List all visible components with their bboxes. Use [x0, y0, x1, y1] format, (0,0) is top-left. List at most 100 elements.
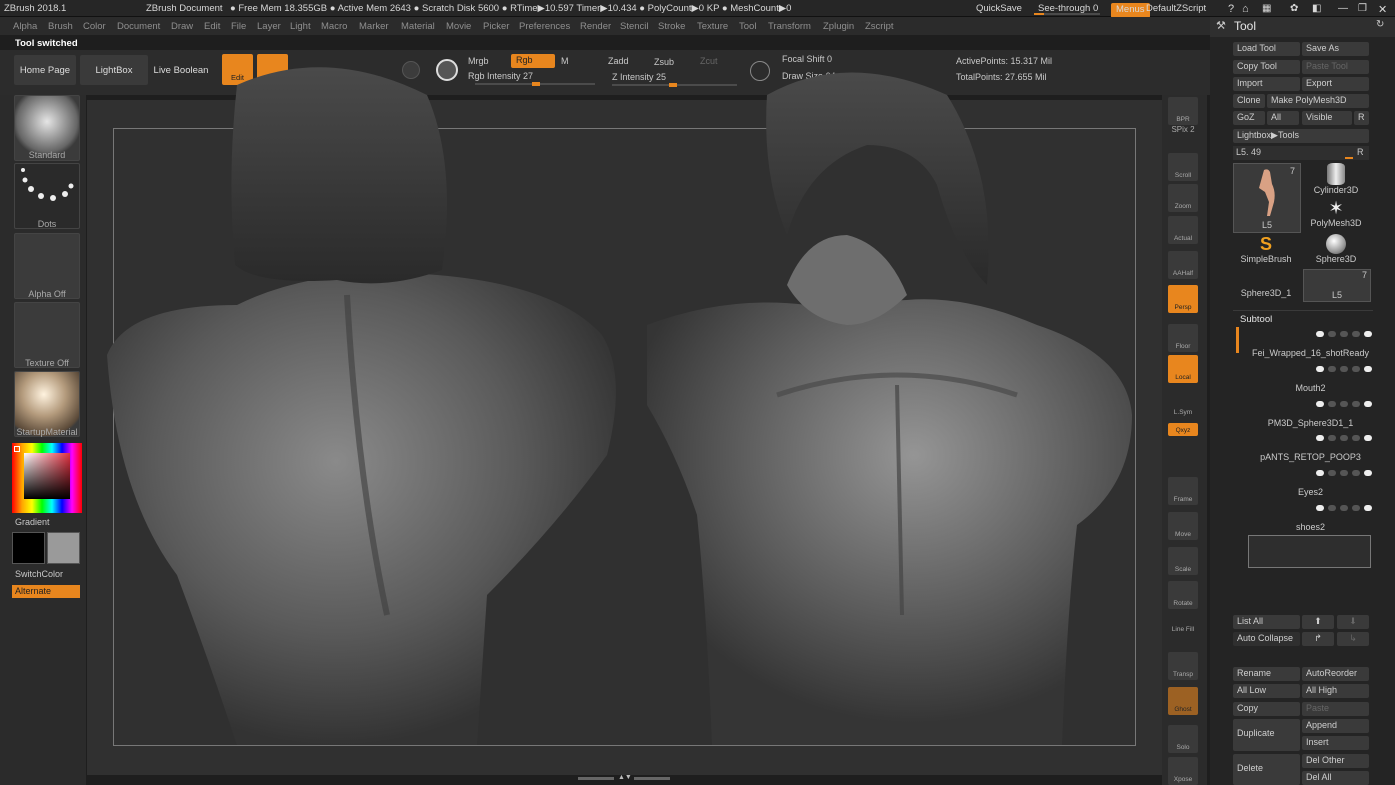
brush-toggle-icon[interactable] [1328, 505, 1336, 511]
menu-file[interactable]: File [231, 21, 246, 32]
duplicate-button[interactable]: Duplicate [1233, 719, 1300, 751]
menu-tool[interactable]: Tool [739, 21, 756, 32]
home-page-button[interactable]: Home Page [14, 55, 76, 85]
shelf-l-sym-button[interactable]: L.Sym [1168, 398, 1198, 418]
move-up-icon[interactable]: ↱ [1302, 632, 1334, 646]
refresh-icon[interactable]: ↻ [1376, 19, 1384, 30]
list-all-button[interactable]: List All [1233, 615, 1300, 629]
import-button[interactable]: Import [1233, 77, 1300, 91]
tool-thumb-l5[interactable]: 7 L5 [1233, 163, 1301, 233]
main-color-swatch[interactable] [12, 532, 45, 564]
color-toggle-icon[interactable] [1352, 366, 1360, 372]
eye-icon[interactable] [1364, 401, 1372, 407]
move-down-icon[interactable]: ↳ [1337, 632, 1369, 646]
autoreorder-button[interactable]: AutoReorder [1302, 667, 1369, 681]
subtool-visibility-controls[interactable] [1280, 432, 1372, 444]
menu-light[interactable]: Light [290, 21, 311, 32]
del-all-button[interactable]: Del All [1302, 771, 1369, 785]
home-icon[interactable]: ⌂ [1242, 3, 1249, 15]
layout-icon[interactable]: ◧ [1312, 3, 1321, 14]
shelf-line-fill-button[interactable]: Line Fill [1168, 615, 1198, 635]
shelf-actual-button[interactable]: Actual [1168, 216, 1198, 244]
script-label[interactable]: DefaultZScript [1146, 3, 1206, 14]
close-icon[interactable]: ✕ [1378, 3, 1387, 16]
subtool-item[interactable]: pANTS_RETOP_POOP3 [1248, 452, 1373, 466]
copy-tool-button[interactable]: Copy Tool [1233, 60, 1300, 74]
subtool-visibility-controls[interactable] [1280, 467, 1372, 479]
menu-picker[interactable]: Picker [483, 21, 509, 32]
menu-material[interactable]: Material [401, 21, 435, 32]
export-button[interactable]: Export [1302, 77, 1369, 91]
tool-thumb-simplebrush[interactable]: S SimpleBrush [1233, 234, 1299, 269]
tool-slider-r[interactable]: R [1357, 147, 1364, 157]
tool-thumb-sphere[interactable]: Sphere3D [1303, 234, 1369, 269]
del-other-button[interactable]: Del Other [1302, 754, 1369, 768]
interface-icon[interactable]: ▦ [1262, 3, 1271, 14]
gradient-label[interactable]: Gradient [15, 517, 50, 527]
tool-slider-handle[interactable] [1345, 157, 1353, 159]
polyframe-icon[interactable] [1316, 331, 1324, 337]
gift-icon[interactable]: ✿ [1290, 3, 1298, 14]
quicksave-button[interactable]: QuickSave [976, 3, 1022, 14]
menu-render[interactable]: Render [580, 21, 611, 32]
shelf-solo-button[interactable]: Solo [1168, 725, 1198, 753]
menu-color[interactable]: Color [83, 21, 106, 32]
append-button[interactable]: Append [1302, 719, 1369, 733]
shelf-zoom-button[interactable]: Zoom [1168, 184, 1198, 212]
lock-icon[interactable] [1340, 331, 1348, 337]
polyframe-icon[interactable] [1316, 401, 1324, 407]
brush-toggle-icon[interactable] [1328, 366, 1336, 372]
brush-toggle-icon[interactable] [1328, 470, 1336, 476]
delete-button[interactable]: Delete [1233, 754, 1300, 785]
shelf-transp-button[interactable]: Transp [1168, 652, 1198, 680]
insert-button[interactable]: Insert [1302, 736, 1369, 750]
switchcolor-button[interactable]: SwitchColor [15, 569, 63, 579]
menu-draw[interactable]: Draw [171, 21, 193, 32]
lock-icon[interactable] [1340, 470, 1348, 476]
subtool-item[interactable]: shoes2 [1248, 522, 1373, 536]
lock-icon[interactable] [1340, 366, 1348, 372]
menu-movie[interactable]: Movie [446, 21, 471, 32]
rename-button[interactable]: Rename [1233, 667, 1300, 681]
color-toggle-icon[interactable] [1352, 505, 1360, 511]
shelf-qxyz-button[interactable]: Qxyz [1168, 423, 1198, 436]
paste-tool-button[interactable]: Paste Tool [1302, 60, 1369, 74]
polyframe-icon[interactable] [1316, 505, 1324, 511]
menu-texture[interactable]: Texture [697, 21, 728, 32]
shelf-scale-button[interactable]: Scale [1168, 547, 1198, 575]
eye-icon[interactable] [1364, 470, 1372, 476]
menu-edit[interactable]: Edit [204, 21, 220, 32]
auto-collapse-button[interactable]: Auto Collapse [1233, 632, 1300, 646]
shelf-aahalf-button[interactable]: AAHalf [1168, 251, 1198, 279]
goz-visible-button[interactable]: Visible [1302, 111, 1352, 125]
color-toggle-icon[interactable] [1352, 470, 1360, 476]
polyframe-icon[interactable] [1316, 366, 1324, 372]
arrow-down-icon[interactable]: ⬇ [1337, 615, 1369, 629]
menus-button[interactable]: Menus [1111, 3, 1150, 18]
goz-r-button[interactable]: R [1354, 111, 1369, 125]
eye-icon[interactable] [1364, 505, 1372, 511]
canvas-scroll-handle[interactable]: ▲▼ [578, 774, 670, 781]
sculpt-render[interactable] [87, 55, 1162, 775]
all-high-button[interactable]: All High [1302, 684, 1369, 698]
polyframe-icon[interactable] [1316, 470, 1324, 476]
tool-palette-header[interactable]: ⚒ Tool ↻ [1210, 17, 1395, 37]
subtool-title[interactable]: Subtool [1240, 314, 1272, 325]
help-icon[interactable]: ? [1228, 3, 1234, 15]
paste-button[interactable]: Paste [1302, 702, 1369, 716]
tool-thumb-l5-small[interactable]: 7 L5 [1303, 269, 1371, 302]
lock-icon[interactable] [1340, 435, 1348, 441]
goz-button[interactable]: GoZ [1233, 111, 1265, 125]
eye-icon[interactable] [1364, 366, 1372, 372]
load-tool-button[interactable]: Load Tool [1233, 42, 1300, 56]
eye-icon[interactable] [1364, 331, 1372, 337]
color-toggle-icon[interactable] [1352, 401, 1360, 407]
save-as-button[interactable]: Save As [1302, 42, 1369, 56]
shelf-local-button[interactable]: Local [1168, 355, 1198, 383]
shelf-rotate-button[interactable]: Rotate [1168, 581, 1198, 609]
goz-all-button[interactable]: All [1267, 111, 1299, 125]
shelf-scroll-button[interactable]: Scroll [1168, 153, 1198, 181]
color-toggle-icon[interactable] [1352, 435, 1360, 441]
lock-icon[interactable] [1340, 401, 1348, 407]
menu-alpha[interactable]: Alpha [13, 21, 37, 32]
